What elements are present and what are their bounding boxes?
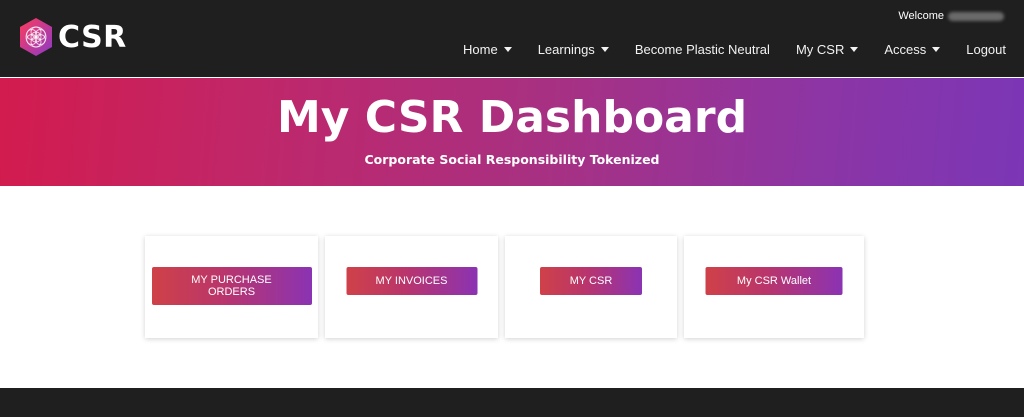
my-csr-button[interactable]: MY CSR [540, 267, 642, 295]
logo[interactable]: CSR [18, 17, 127, 57]
nav-item-my-csr[interactable]: My CSR [795, 42, 859, 57]
card-invoices: MY INVOICES [325, 236, 498, 338]
nav-item-logout[interactable]: Logout [966, 42, 1006, 57]
hero-banner: My CSR Dashboard Corporate Social Respon… [0, 78, 1024, 186]
page-title: My CSR Dashboard [276, 92, 748, 143]
nav-item-access[interactable]: Access [884, 42, 941, 57]
caret-down-icon [932, 47, 941, 52]
logo-text: CSR [58, 19, 127, 55]
purchase-orders-button[interactable]: MY PURCHASE ORDERS [151, 267, 312, 305]
caret-down-icon [600, 47, 609, 52]
welcome-username-redacted [948, 11, 1004, 21]
invoices-button[interactable]: MY INVOICES [346, 267, 477, 295]
card-purchase-orders: MY PURCHASE ORDERS [145, 236, 318, 338]
navbar: CSR Welcome Home Learnings Become Plasti… [0, 0, 1024, 77]
page-subtitle: Corporate Social Responsibility Tokenize… [364, 152, 660, 167]
csr-wallet-button[interactable]: My CSR Wallet [705, 267, 843, 295]
card-my-csr: MY CSR [505, 236, 677, 338]
nav-item-label: Access [884, 42, 927, 57]
nav-item-become-plastic-neutral[interactable]: Become Plastic Neutral [635, 42, 770, 57]
footer [0, 388, 1024, 417]
nav-item-label: Home [463, 42, 498, 57]
main-nav: Home Learnings Become Plastic Neutral My… [437, 42, 1006, 57]
nav-item-label: Logout [966, 42, 1006, 57]
nav-item-label: Become Plastic Neutral [634, 42, 770, 57]
nav-item-label: My CSR [795, 42, 845, 57]
welcome-message: Welcome [898, 10, 1004, 22]
card-csr-wallet: My CSR Wallet [684, 236, 864, 338]
nav-item-learnings[interactable]: Learnings [538, 42, 609, 57]
flower-of-life-icon [20, 18, 52, 56]
nav-item-label: Learnings [537, 42, 595, 57]
welcome-label: Welcome [898, 10, 944, 22]
nav-item-home[interactable]: Home [463, 42, 512, 57]
caret-down-icon [850, 47, 859, 52]
dashboard-cards: MY PURCHASE ORDERS MY INVOICES MY CSR My… [145, 236, 871, 338]
caret-down-icon [503, 47, 512, 52]
